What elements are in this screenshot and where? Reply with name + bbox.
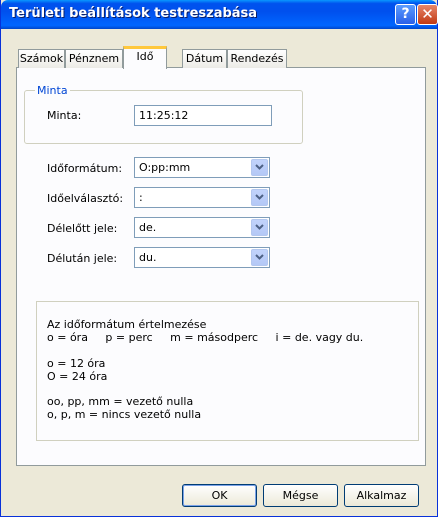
tab-currency[interactable]: Pénznem [65, 49, 123, 68]
time-format-value: O:pp:mm [139, 161, 191, 174]
tab-time[interactable]: Idő [123, 46, 167, 69]
pm-symbol-value: du. [139, 251, 157, 264]
help-button[interactable]: ? [395, 4, 416, 25]
chevron-down-icon[interactable] [251, 249, 268, 266]
time-separator-value: : [139, 191, 143, 204]
sample-group-label: Minta [35, 84, 70, 97]
dialog-window: Területi beállítások testreszabása ? ✕ S… [0, 0, 438, 517]
tab-numbers[interactable]: Számok [18, 49, 65, 68]
time-separator-label: Időelválasztó: [47, 192, 124, 205]
info-no-leading-zero: o, p, m = nincs vezető nulla [47, 408, 202, 421]
info-legend: o = óra p = perc m = másodperc i = de. v… [47, 331, 364, 344]
tab-sorting[interactable]: Rendezés [227, 49, 287, 68]
info-leading-zero: oo, pp, mm = vezető nulla [47, 395, 194, 408]
title-bar[interactable]: Területi beállítások testreszabása ? ✕ [1, 0, 438, 29]
info-title: Az időformátum értelmezése [47, 318, 207, 331]
sample-value: 11:25:12 [139, 109, 189, 122]
am-symbol-label: Délelőtt jele: [47, 222, 118, 235]
chevron-down-icon[interactable] [251, 159, 268, 176]
cancel-button[interactable]: Mégse [263, 484, 338, 507]
pm-symbol-label: Délután jele: [47, 252, 118, 265]
am-symbol-combobox[interactable]: de. [134, 217, 270, 238]
chevron-down-icon[interactable] [251, 189, 268, 206]
window-title: Területi beállítások testreszabása [9, 6, 258, 21]
sample-value-field: 11:25:12 [134, 105, 272, 126]
tab-date[interactable]: Dátum [182, 49, 227, 68]
pm-symbol-combobox[interactable]: du. [134, 247, 270, 268]
sample-label: Minta: [47, 109, 82, 122]
apply-button[interactable]: Alkalmaz [344, 484, 419, 507]
close-button[interactable]: ✕ [417, 4, 438, 25]
time-separator-combobox[interactable]: : [134, 187, 270, 208]
info-24h: O = 24 óra [47, 370, 108, 383]
time-format-combobox[interactable]: O:pp:mm [134, 157, 270, 178]
ok-button[interactable]: OK [182, 484, 257, 507]
chevron-down-icon[interactable] [251, 219, 268, 236]
am-symbol-value: de. [139, 221, 157, 234]
info-12h: o = 12 óra [47, 357, 106, 370]
time-format-label: Időformátum: [47, 162, 123, 175]
